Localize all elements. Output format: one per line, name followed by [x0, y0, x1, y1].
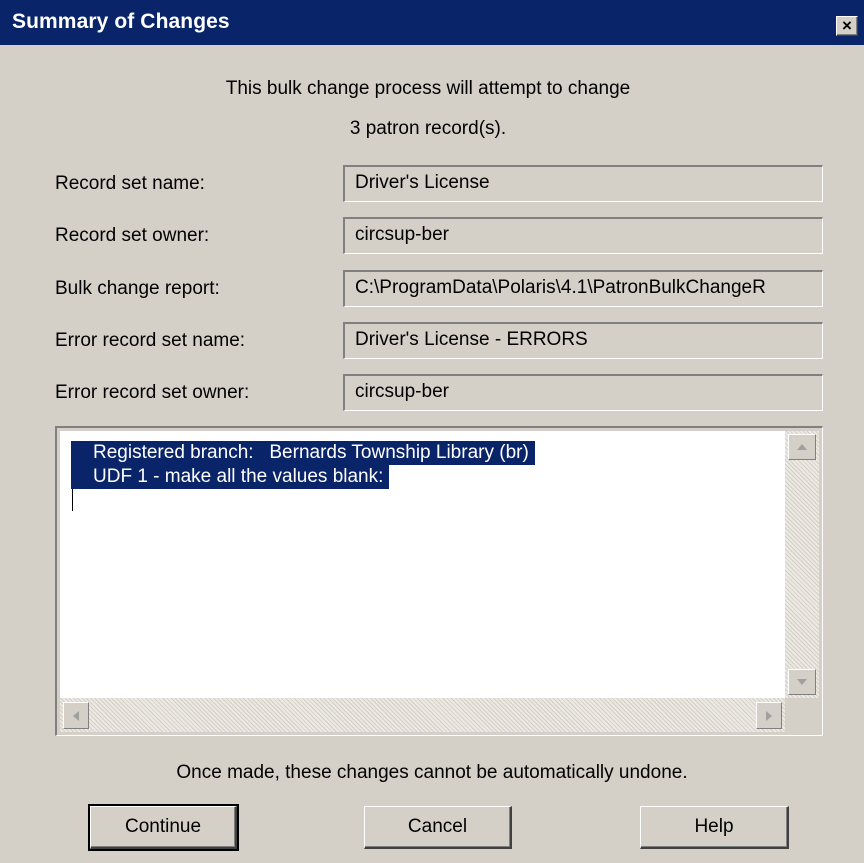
bulk-change-report-field[interactable]: C:\ProgramData\Polaris\4.1\PatronBulkCha… [343, 270, 823, 307]
bulk-change-report-label: Bulk change report: [55, 278, 220, 299]
scroll-down-button[interactable] [788, 669, 816, 695]
close-icon: × [842, 16, 852, 35]
error-record-set-name-field[interactable]: Driver's License - ERRORS [343, 322, 823, 359]
error-record-set-owner-field[interactable]: circsup-ber [343, 374, 823, 411]
change-item-registered-branch[interactable]: Registered branch: Bernards Township Lib… [71, 441, 535, 465]
vertical-scrollbar[interactable] [785, 431, 819, 698]
scrollbar-corner [785, 698, 819, 732]
scroll-up-icon [797, 444, 807, 450]
record-set-name-field[interactable]: Driver's License [343, 165, 823, 202]
close-button[interactable]: × [836, 16, 858, 36]
error-record-set-owner-label: Error record set owner: [55, 382, 250, 403]
change-item-udf1[interactable]: UDF 1 - make all the values blank: [71, 465, 390, 489]
record-set-name-label: Record set name: [55, 173, 205, 194]
continue-button[interactable]: Continue [88, 804, 239, 851]
scroll-down-icon [797, 679, 807, 685]
changes-memo[interactable]: Registered branch: Bernards Township Lib… [55, 426, 823, 736]
window-title: Summary of Changes [12, 10, 230, 33]
cancel-button[interactable]: Cancel [364, 806, 512, 849]
record-count-text: 3 patron record(s). [349, 118, 507, 139]
scroll-right-button[interactable] [756, 702, 782, 729]
scroll-up-button[interactable] [788, 434, 816, 460]
record-set-owner-field[interactable]: circsup-ber [343, 217, 823, 254]
error-record-set-name-label: Error record set name: [55, 330, 246, 351]
scroll-right-icon [766, 710, 772, 721]
record-set-owner-label: Record set owner: [55, 225, 210, 246]
title-bar: Summary of Changes × [0, 0, 864, 45]
scroll-left-icon [73, 710, 79, 721]
help-button[interactable]: Help [640, 806, 789, 849]
changes-memo-content[interactable]: Registered branch: Bernards Township Lib… [60, 431, 819, 732]
horizontal-scrollbar[interactable] [60, 698, 785, 732]
intro-text: This bulk change process will attempt to… [225, 78, 631, 99]
undo-warning-text: Once made, these changes cannot be autom… [176, 762, 688, 783]
text-caret [72, 489, 73, 511]
scroll-left-button[interactable] [63, 702, 89, 729]
